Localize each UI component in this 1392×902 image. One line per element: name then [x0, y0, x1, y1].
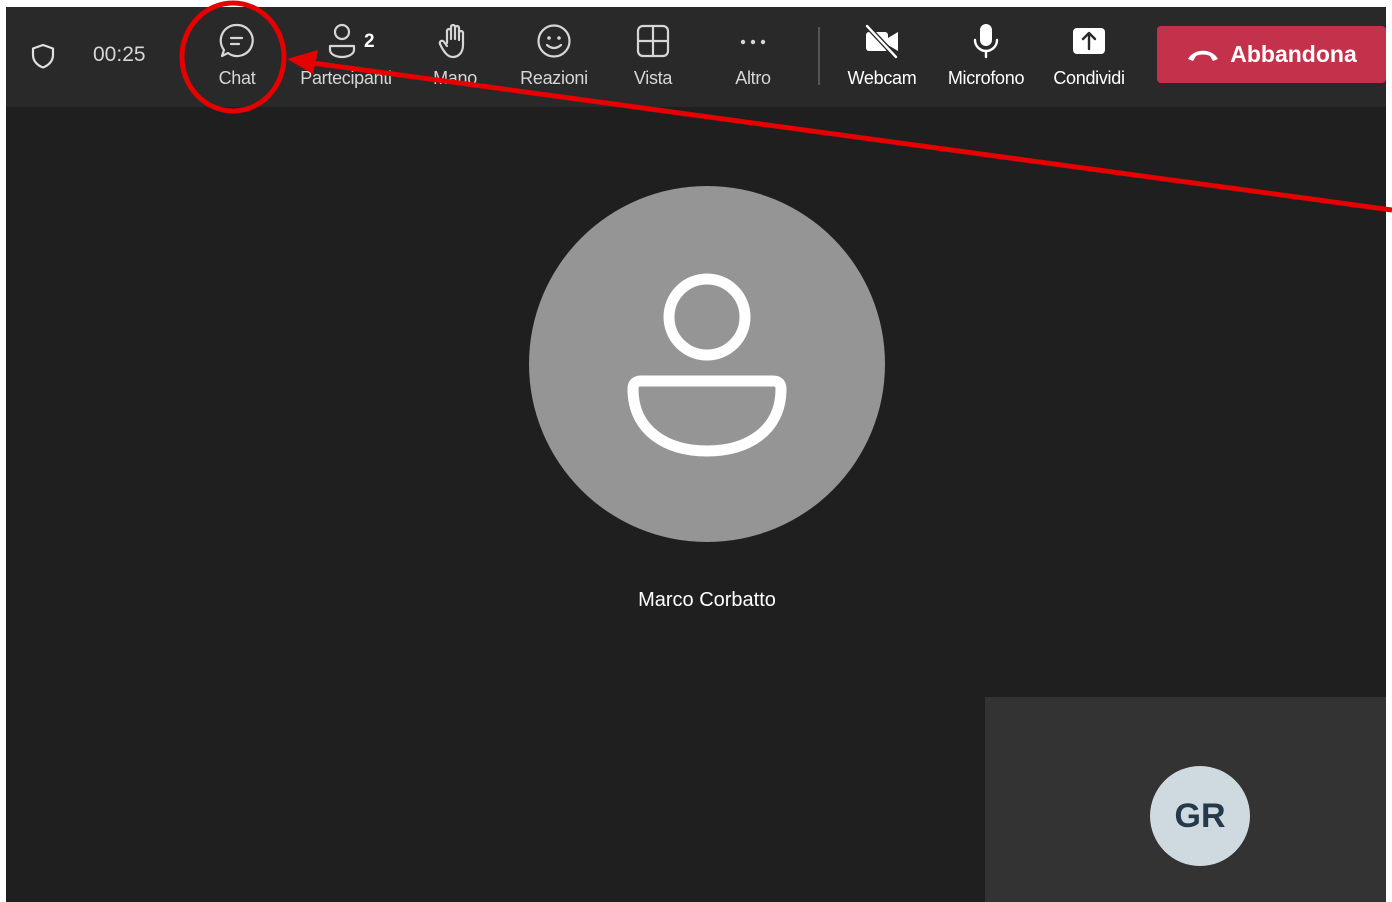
participant-avatar — [529, 186, 885, 542]
more-label: Altro — [735, 68, 771, 88]
smile-icon — [534, 21, 574, 61]
raise-hand-label: Mano — [433, 68, 477, 88]
meeting-timer: 00:25 — [93, 43, 146, 66]
meeting-window: 00:25 Chat 2 Partecipanti Mano Reazioni … — [6, 7, 1386, 902]
webcam-off-icon — [862, 21, 902, 61]
share-label: Condividi — [1053, 68, 1125, 88]
more-button[interactable]: Altro — [703, 21, 803, 101]
people-icon: 2 — [326, 21, 375, 61]
person-icon — [627, 273, 787, 457]
microphone-icon — [966, 21, 1006, 61]
chat-icon — [217, 21, 257, 61]
more-icon — [733, 21, 773, 61]
self-video-tile[interactable]: GR — [985, 697, 1386, 902]
participants-button[interactable]: 2 Partecipanti — [296, 21, 396, 101]
meeting-toolbar: 00:25 Chat 2 Partecipanti Mano Reazioni … — [6, 7, 1386, 107]
microphone-button[interactable]: Microfono — [936, 21, 1036, 101]
participants-label: Partecipanti — [300, 68, 392, 88]
grid-icon — [633, 21, 673, 61]
reactions-label: Reazioni — [520, 68, 588, 88]
self-avatar-initials: GR — [1150, 766, 1250, 866]
leave-button[interactable]: Abbandona — [1157, 26, 1386, 83]
microphone-label: Microfono — [947, 68, 1025, 88]
leave-label: Abbandona — [1230, 41, 1357, 67]
share-icon — [1069, 21, 1109, 61]
view-label: Vista — [633, 68, 673, 88]
hand-icon — [435, 21, 475, 61]
share-button[interactable]: Condividi — [1039, 21, 1139, 101]
view-button[interactable]: Vista — [603, 21, 703, 101]
webcam-button[interactable]: Webcam — [832, 21, 932, 101]
participants-count: 2 — [364, 31, 375, 52]
hangup-icon — [1188, 50, 1219, 61]
shield-icon[interactable] — [30, 43, 56, 69]
reactions-button[interactable]: Reazioni — [504, 21, 604, 101]
webcam-label: Webcam — [847, 68, 917, 88]
raise-hand-button[interactable]: Mano — [405, 21, 505, 101]
participant-name: Marco Corbatto — [638, 589, 776, 611]
chat-label: Chat — [218, 68, 256, 88]
toolbar-divider — [818, 27, 820, 85]
chat-button[interactable]: Chat — [187, 21, 287, 101]
